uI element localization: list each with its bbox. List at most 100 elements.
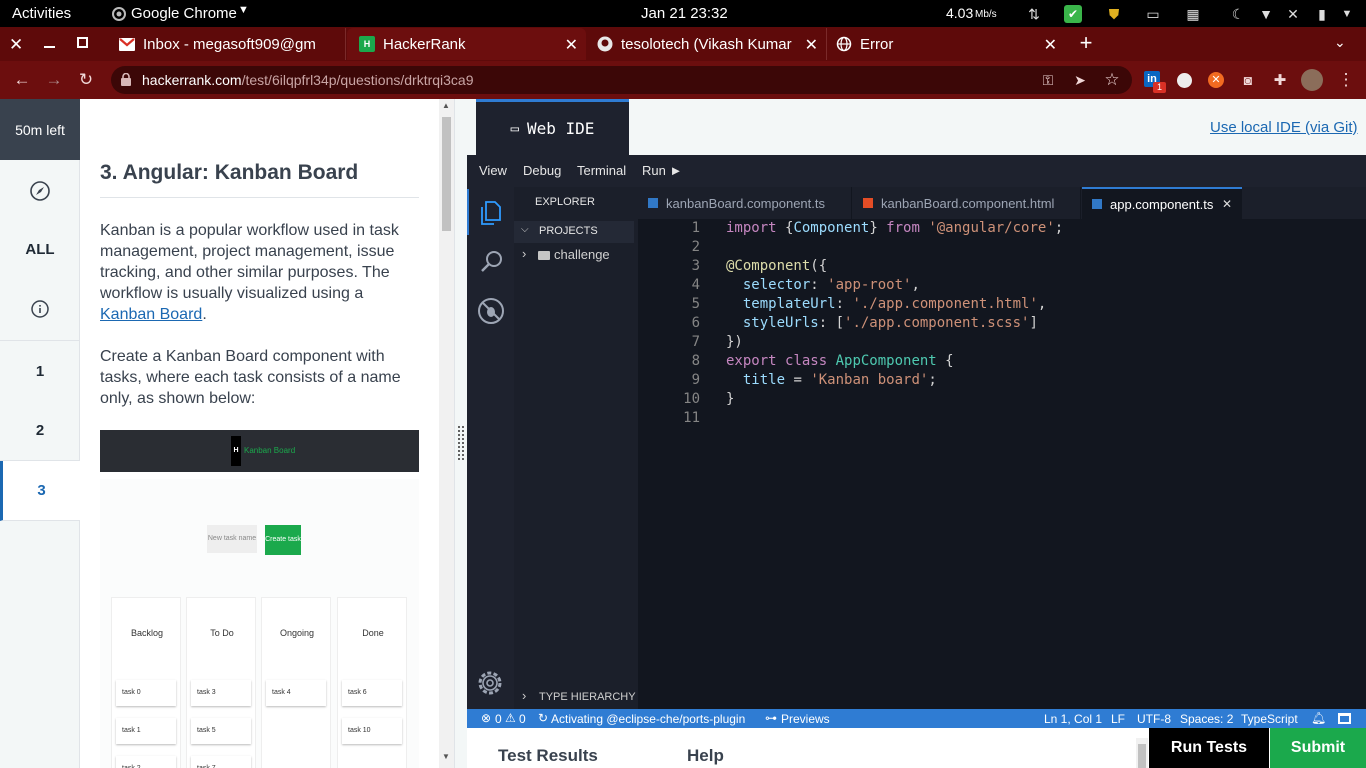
- github-icon: [597, 36, 613, 52]
- indent-indicator[interactable]: Spaces: 2: [1180, 712, 1233, 726]
- scrollbar-thumb[interactable]: [1138, 744, 1146, 768]
- cursor-position[interactable]: Ln 1, Col 1: [1044, 712, 1102, 726]
- reload-icon[interactable]: ↻: [75, 69, 97, 91]
- code-line[interactable]: }: [726, 390, 734, 409]
- nav-question-1[interactable]: 1: [0, 341, 80, 401]
- url-text[interactable]: hackerrank.com/test/6ilqpfrl34p/question…: [142, 72, 474, 88]
- shield-icon[interactable]: ⛊: [1105, 5, 1123, 23]
- info-icon[interactable]: [0, 277, 80, 341]
- warning-icon[interactable]: ⚠: [505, 711, 516, 725]
- bottom-scrollbar[interactable]: [1136, 738, 1148, 768]
- forward-arrow-icon[interactable]: →: [43, 69, 65, 91]
- tab-close-icon[interactable]: ✕: [1222, 197, 1232, 211]
- night-mode-icon[interactable]: ☾: [1229, 5, 1247, 23]
- submit-button[interactable]: Submit: [1270, 728, 1366, 768]
- back-arrow-icon[interactable]: ←: [11, 69, 33, 91]
- scroll-up-icon[interactable]: ▲: [442, 101, 450, 110]
- compass-icon[interactable]: [0, 160, 80, 222]
- settings-gear-icon[interactable]: [475, 668, 505, 698]
- code-line[interactable]: templateUrl: './app.component.html',: [726, 295, 1046, 314]
- window-minimize-icon[interactable]: [44, 46, 55, 48]
- clock[interactable]: Jan 21 23:32: [641, 5, 728, 22]
- code-line[interactable]: selector: 'app-root',: [726, 276, 920, 295]
- menu-terminal[interactable]: Terminal: [577, 163, 626, 178]
- wifi-icon[interactable]: ▼: [1257, 5, 1275, 23]
- extensions-puzzle-icon[interactable]: ✚: [1269, 69, 1291, 91]
- window-maximize-icon[interactable]: [77, 37, 88, 48]
- volume-muted-icon[interactable]: ✕: [1284, 5, 1302, 23]
- code-line[interactable]: export class AppComponent {: [726, 352, 954, 371]
- tab-close-icon[interactable]: ✕: [805, 35, 818, 55]
- extension-circle-icon[interactable]: [1177, 73, 1192, 88]
- question-scrollbar[interactable]: ▼ ▲: [439, 99, 454, 768]
- code-line[interactable]: @Component({: [726, 257, 827, 276]
- scroll-down-icon[interactable]: ▼: [442, 752, 450, 761]
- new-tab-button[interactable]: +: [1074, 32, 1098, 56]
- eol-indicator[interactable]: LF: [1111, 712, 1125, 726]
- debug-icon[interactable]: [477, 297, 505, 325]
- app-menu-chevron-icon[interactable]: ▼: [238, 4, 249, 16]
- tab-close-icon[interactable]: ✕: [1044, 35, 1057, 55]
- test-results-tab[interactable]: Test Results: [498, 746, 598, 766]
- battery-icon[interactable]: ▮: [1313, 5, 1331, 23]
- kanban-board-link[interactable]: Kanban Board: [100, 306, 202, 323]
- menu-view[interactable]: View: [479, 163, 507, 178]
- check-shield-icon[interactable]: ✔: [1064, 5, 1082, 23]
- editor-tab-kanban-html[interactable]: kanbanBoard.component.html: [853, 187, 1081, 219]
- app-menu-label[interactable]: Google Chrome: [131, 5, 237, 22]
- grid-icon[interactable]: ▦: [1184, 5, 1202, 23]
- warning-count[interactable]: 0: [519, 712, 526, 726]
- window-close-icon[interactable]: ✕: [9, 35, 23, 55]
- projects-section[interactable]: ⌵ PROJECTS: [514, 221, 634, 243]
- browser-tab-github[interactable]: tesolotech (Vikash Kumar ✕: [587, 28, 827, 60]
- drag-handle-icon[interactable]: [457, 425, 465, 461]
- menu-run[interactable]: Run ►: [642, 163, 682, 178]
- encoding-indicator[interactable]: UTF-8: [1137, 712, 1171, 726]
- camera-extension-icon[interactable]: ◙: [1237, 69, 1259, 91]
- pane-splitter[interactable]: [454, 99, 467, 768]
- bell-icon[interactable]: 🔔︎: [1311, 711, 1326, 725]
- tab-close-icon[interactable]: ✕: [565, 35, 578, 55]
- editor-tab-app-ts[interactable]: app.component.ts ✕: [1082, 187, 1242, 219]
- profile-avatar[interactable]: [1301, 69, 1323, 91]
- chrome-menu-icon[interactable]: ⋮: [1335, 69, 1357, 91]
- code-editor[interactable]: kanbanBoard.component.ts kanbanBoard.com…: [638, 187, 1366, 709]
- run-tests-button[interactable]: Run Tests: [1149, 728, 1269, 768]
- nav-all[interactable]: ALL: [0, 222, 80, 277]
- error-icon[interactable]: ⊗: [481, 711, 491, 725]
- language-mode[interactable]: TypeScript: [1241, 712, 1298, 726]
- send-icon[interactable]: ➤: [1069, 69, 1091, 91]
- activities-button[interactable]: Activities: [12, 5, 71, 22]
- panel-toggle-icon[interactable]: [1338, 713, 1351, 724]
- system-menu-chevron-icon[interactable]: ▼: [1338, 5, 1356, 23]
- menu-debug[interactable]: Debug: [523, 163, 561, 178]
- extension-orange-icon[interactable]: ✕: [1208, 72, 1224, 88]
- code-line[interactable]: }): [726, 333, 743, 352]
- lock-icon[interactable]: [121, 73, 131, 86]
- folder-challenge[interactable]: › challenge: [514, 245, 634, 265]
- code-line[interactable]: title = 'Kanban board';: [726, 371, 937, 390]
- help-tab[interactable]: Help: [687, 746, 724, 766]
- nav-question-3[interactable]: 3: [0, 461, 80, 521]
- code-line[interactable]: styleUrls: ['./app.component.scss']: [726, 314, 1038, 333]
- previews-label[interactable]: Previews: [781, 712, 830, 726]
- browser-tab-gmail[interactable]: Inbox - megasoft909@gm: [110, 28, 346, 60]
- tab-search-chevron-icon[interactable]: ⌄: [1334, 34, 1346, 51]
- web-ide-tab[interactable]: ▭ Web IDE: [476, 99, 629, 155]
- search-icon[interactable]: [480, 249, 504, 273]
- browser-tab-hackerrank[interactable]: H HackerRank ✕: [347, 28, 586, 60]
- browser-tab-error[interactable]: Error ✕: [828, 28, 1065, 60]
- code-line[interactable]: import {Component} from '@angular/core';: [726, 219, 1063, 238]
- previews-icon[interactable]: ⊶: [765, 711, 777, 725]
- editor-tab-kanban-ts[interactable]: kanbanBoard.component.ts: [638, 187, 852, 219]
- code-area[interactable]: 1 import {Component} from '@angular/core'…: [638, 218, 1366, 709]
- key-icon[interactable]: ⚿: [1037, 69, 1059, 91]
- scrollbar-thumb[interactable]: [442, 117, 451, 231]
- type-hierarchy-section[interactable]: › TYPE HIERARCHY: [514, 687, 638, 707]
- files-icon[interactable]: [480, 201, 502, 225]
- drive-icon[interactable]: ▭: [1144, 5, 1162, 23]
- error-count[interactable]: 0: [495, 712, 502, 726]
- local-ide-link[interactable]: Use local IDE (via Git): [1210, 119, 1358, 136]
- star-icon[interactable]: ☆: [1101, 69, 1123, 91]
- nav-question-2[interactable]: 2: [0, 401, 80, 461]
